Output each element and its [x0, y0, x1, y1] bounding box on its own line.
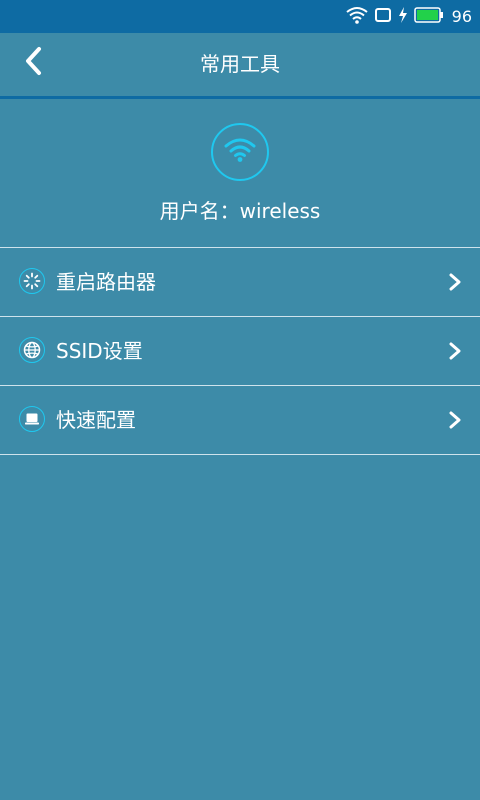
chevron-right-icon	[449, 411, 461, 429]
menu-item-label: 快速配置	[56, 408, 136, 432]
menu-item-quick-setup[interactable]: 快速配置	[0, 385, 480, 455]
charging-icon	[398, 6, 408, 27]
wifi-icon	[224, 137, 256, 167]
status-bar: 96	[0, 0, 480, 33]
menu-item-ssid-settings[interactable]: SSID设置	[0, 316, 480, 385]
menu-item-label: SSID设置	[56, 339, 143, 363]
page-title: 常用工具	[200, 52, 280, 76]
wifi-icon	[346, 6, 368, 28]
chevron-left-icon	[24, 46, 44, 80]
chevron-right-icon	[449, 342, 461, 360]
globe-icon	[19, 337, 45, 363]
title-bar: 常用工具	[0, 33, 480, 99]
menu-item-label: 重启路由器	[56, 270, 156, 294]
back-button[interactable]	[14, 43, 54, 83]
laptop-icon	[19, 406, 45, 432]
wifi-avatar	[211, 123, 269, 181]
menu-item-restart-router[interactable]: 重启路由器	[0, 247, 480, 316]
profile-section: 用户名：wireless	[0, 99, 480, 247]
username-label: 用户名：	[159, 199, 240, 223]
battery-level-text: 96	[451, 7, 472, 26]
username-value: wireless	[239, 199, 321, 223]
chevron-right-icon	[449, 273, 461, 291]
username-line: 用户名：wireless	[0, 195, 480, 224]
battery-icon	[413, 6, 444, 27]
status-icons: 96	[346, 0, 472, 33]
restart-spinner-icon	[19, 268, 45, 294]
tools-menu: 重启路由器 SSID设置 快速配置	[0, 247, 480, 455]
screen-icon	[374, 7, 392, 27]
